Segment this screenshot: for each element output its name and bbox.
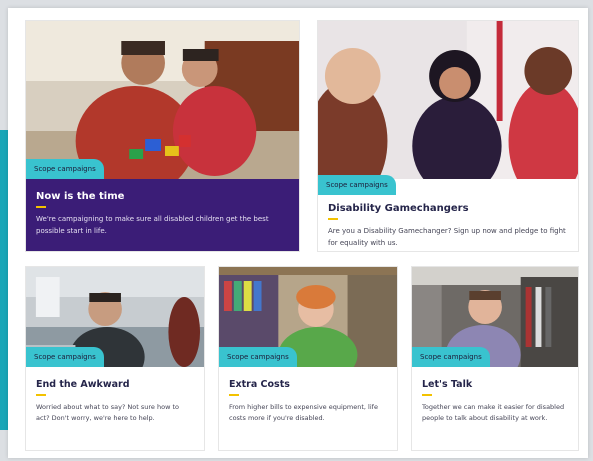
accent-divider <box>36 394 46 396</box>
campaign-card-body: Now is the time We're campaigning to mak… <box>26 179 299 251</box>
campaign-card-lets-talk[interactable]: Scope campaigns Let's Talk Together we c… <box>411 266 579 451</box>
accent-divider <box>229 394 239 396</box>
campaign-tag: Scope campaigns <box>219 347 297 367</box>
campaign-card-body: Disability Gamechangers Are you a Disabi… <box>318 195 578 250</box>
campaign-description: We're campaigning to make sure all disab… <box>36 215 269 235</box>
campaign-card-body: Let's Talk Together we can make it easie… <box>412 369 578 424</box>
campaign-title[interactable]: Now is the time <box>36 191 289 202</box>
campaign-description: Together we can make it easier for disab… <box>422 403 565 423</box>
campaign-tag: Scope campaigns <box>26 347 104 367</box>
campaign-card-now-is-the-time[interactable]: Scope campaigns Now is the time We're ca… <box>25 20 300 252</box>
campaign-card-body: Extra Costs From higher bills to expensi… <box>219 369 397 424</box>
accent-divider <box>36 206 46 208</box>
campaign-description: Worried about what to say? Not sure how … <box>36 403 179 423</box>
campaign-title[interactable]: Let's Talk <box>422 379 568 390</box>
campaign-photo-smiling-group <box>318 21 578 179</box>
campaign-title[interactable]: Disability Gamechangers <box>328 203 568 214</box>
campaign-description: Are you a Disability Gamechanger? Sign u… <box>328 227 566 247</box>
campaign-card-extra-costs[interactable]: Scope campaigns Extra Costs From higher … <box>218 266 398 451</box>
campaign-description: From higher bills to expensive equipment… <box>229 403 378 423</box>
campaign-card-disability-gamechangers[interactable]: Scope campaigns Disability Gamechangers … <box>317 20 579 252</box>
campaign-title[interactable]: End the Awkward <box>36 379 194 390</box>
campaign-title[interactable]: Extra Costs <box>229 379 387 390</box>
campaign-card-end-the-awkward[interactable]: Scope campaigns End the Awkward Worried … <box>25 266 205 451</box>
campaign-tag: Scope campaigns <box>318 175 396 195</box>
campaign-tag: Scope campaigns <box>412 347 490 367</box>
campaign-card-body: End the Awkward Worried about what to sa… <box>26 369 204 424</box>
accent-divider <box>422 394 432 396</box>
campaign-photo-father-and-child <box>26 21 299 179</box>
accent-divider <box>328 218 338 220</box>
campaign-tag: Scope campaigns <box>26 159 104 179</box>
